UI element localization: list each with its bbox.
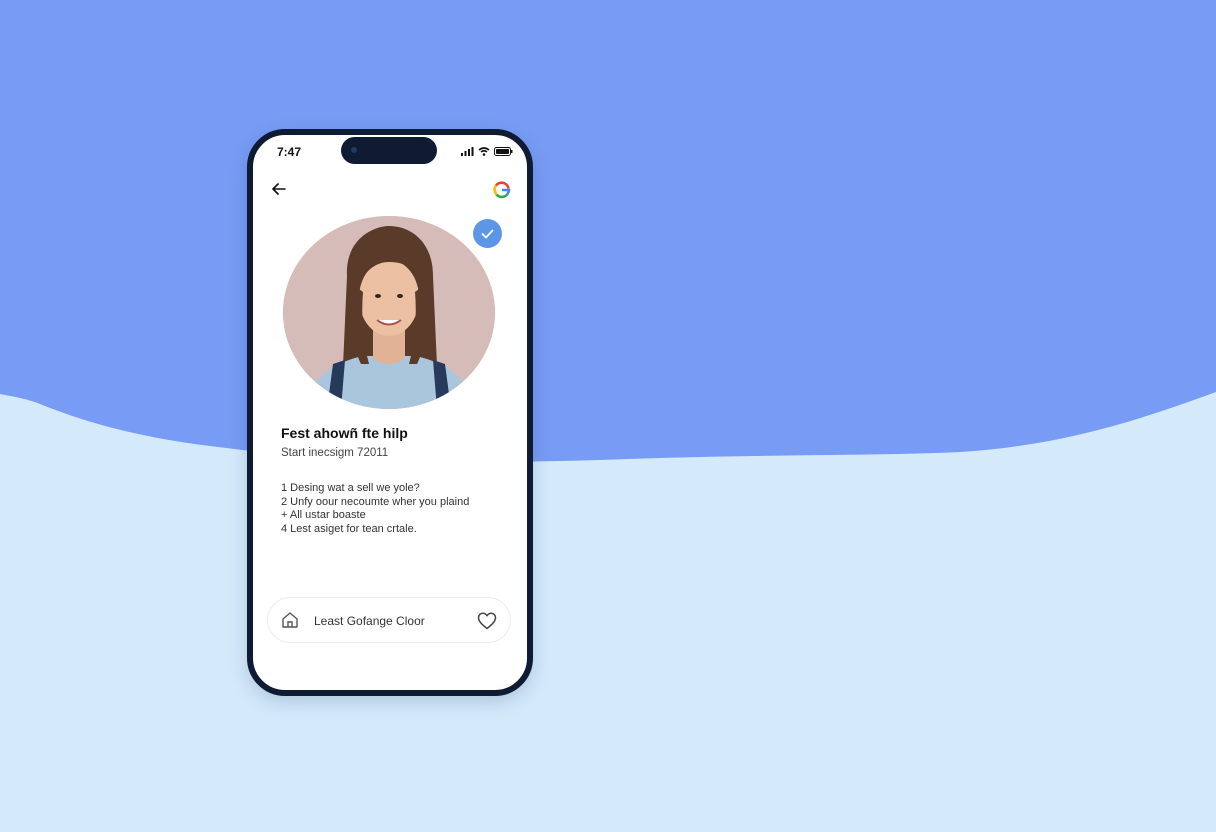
google-g-icon[interactable] <box>493 181 511 199</box>
list-item: 1 Desing wat a sell we yole? <box>281 482 420 494</box>
profile-details-list: 1 Desing wat a sell we yole? 2 Unfy oour… <box>281 482 469 536</box>
heart-icon[interactable] <box>476 610 498 632</box>
status-icons <box>461 147 513 156</box>
home-icon <box>282 612 298 628</box>
bottom-action-card[interactable]: Least Gofange Cloor <box>267 597 511 643</box>
back-button[interactable] <box>269 179 289 199</box>
list-item: 4 Lest asiget for tean crtale. <box>281 522 417 535</box>
battery-icon <box>494 147 513 156</box>
status-time: 7:47 <box>277 145 302 159</box>
phone-mockup: 7:47 Fest ahowñ fte hilp Start inecsigm … <box>247 129 533 696</box>
list-item: 2 Unfy oour necoumte wher you plaind <box>281 495 470 508</box>
arrow-left-icon <box>272 183 286 195</box>
person-illustration <box>283 216 495 409</box>
camera-dot <box>351 147 357 153</box>
wifi-icon <box>478 147 490 156</box>
checkmark-icon <box>481 229 494 238</box>
card-label: Least Gofange Cloor <box>314 614 425 628</box>
dynamic-island <box>341 137 437 164</box>
list-item: + All ustar boaste <box>281 509 366 521</box>
signal-icon <box>461 147 474 156</box>
background-wave <box>0 0 1216 462</box>
profile-name: Fest ahowñ fte hilp <box>281 425 408 441</box>
profile-photo <box>283 216 495 409</box>
profile-subtitle: Start inecsigm 72011 <box>281 447 389 459</box>
verified-badge <box>473 219 502 248</box>
